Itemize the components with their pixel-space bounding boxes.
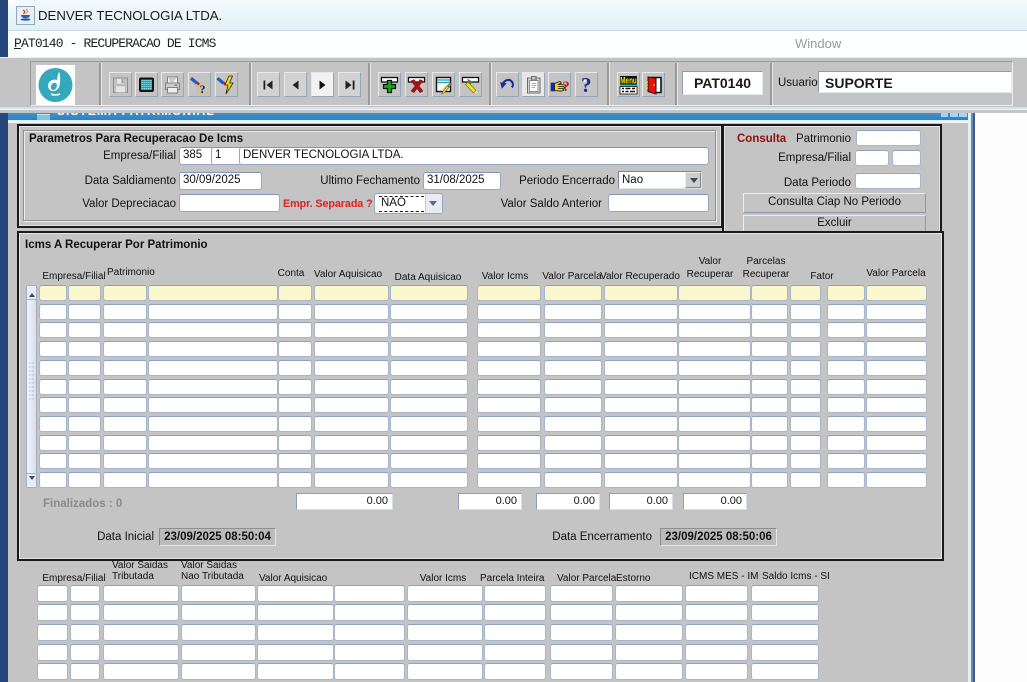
svg-text:?: ? [581,74,592,96]
svg-text:?: ? [199,82,205,96]
svg-text:?: ? [563,79,570,95]
svg-text:Menu: Menu [620,76,637,86]
